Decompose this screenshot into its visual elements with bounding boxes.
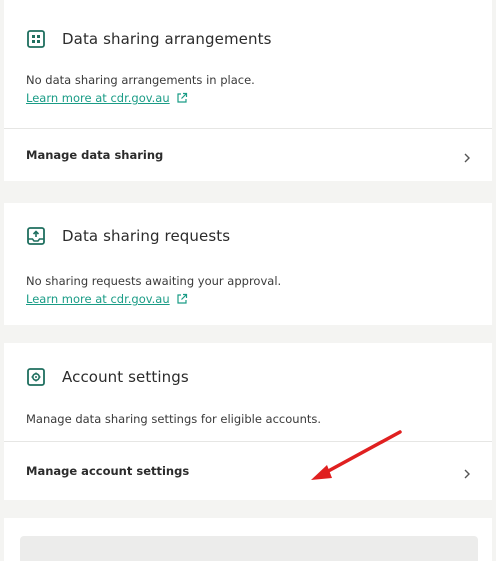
data-sharing-arrangements-card: Data sharing arrangements No data sharin… [4, 0, 492, 181]
chevron-right-icon [462, 465, 472, 479]
card-title: Data sharing requests [62, 227, 231, 245]
chevron-right-icon [462, 149, 472, 163]
manage-account-settings-row[interactable]: Manage account settings [4, 442, 492, 500]
card-description: Manage data sharing settings for eligibl… [26, 412, 322, 426]
card-description: No sharing requests awaiting your approv… [26, 274, 282, 288]
card-title: Data sharing arrangements [62, 30, 272, 48]
learn-more-link-text: Learn more at cdr.gov.au [26, 91, 170, 105]
placeholder-block [20, 536, 478, 561]
grid-icon [26, 29, 46, 49]
learn-more-link-text: Learn more at cdr.gov.au [26, 292, 170, 306]
row-label: Manage account settings [26, 464, 190, 478]
learn-more-link[interactable]: Learn more at cdr.gov.au [4, 292, 188, 306]
next-card [4, 518, 492, 561]
row-label: Manage data sharing [26, 148, 164, 162]
manage-data-sharing-row[interactable]: Manage data sharing [4, 129, 492, 181]
settings-gear-icon [26, 367, 46, 387]
external-link-icon [176, 293, 188, 305]
card-description: No data sharing arrangements in place. [26, 73, 255, 87]
account-settings-card: Account settings Manage data sharing set… [4, 343, 492, 500]
page: Data sharing arrangements No data sharin… [0, 0, 496, 561]
card-header: Account settings [4, 366, 211, 388]
card-header: Data sharing arrangements [4, 28, 293, 50]
learn-more-link[interactable]: Learn more at cdr.gov.au [4, 91, 188, 105]
card-title: Account settings [62, 368, 189, 386]
data-sharing-requests-card: Data sharing requests No sharing request… [4, 203, 492, 325]
external-link-icon [176, 92, 188, 104]
card-header: Data sharing requests [4, 225, 252, 247]
inbox-upload-icon [26, 226, 46, 246]
